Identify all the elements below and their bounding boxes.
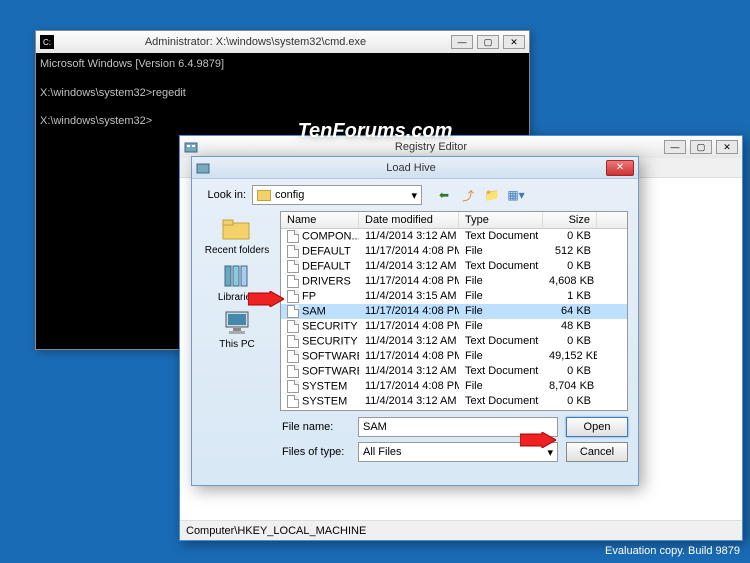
file-row[interactable]: SECURITY11/4/2014 3:12 AMText Document0 …: [281, 334, 627, 349]
file-row[interactable]: DEFAULT11/4/2014 3:12 AMText Document0 K…: [281, 259, 627, 274]
open-button[interactable]: Open: [566, 417, 628, 437]
recent-folder-icon: [221, 215, 253, 243]
places-bar: Recent folders Libraries This PC: [202, 211, 272, 411]
file-row[interactable]: DEFAULT11/17/2014 4:08 PMFile512 KB: [281, 244, 627, 259]
file-icon: [287, 380, 299, 393]
file-row[interactable]: userdiff11/17/2014 1:40 PMFile8 KB: [281, 409, 627, 411]
file-row[interactable]: SECURITY11/17/2014 4:08 PMFile48 KB: [281, 319, 627, 334]
lookin-label: Look in:: [202, 189, 246, 201]
file-icon: [287, 305, 299, 318]
col-date[interactable]: Date modified: [359, 212, 459, 228]
filename-label: File name:: [282, 421, 350, 433]
maximize-button[interactable]: ▢: [477, 35, 499, 49]
new-folder-icon[interactable]: 📁: [482, 186, 502, 204]
cancel-button[interactable]: Cancel: [566, 442, 628, 462]
file-icon: [287, 335, 299, 348]
status-path: Computer\HKEY_LOCAL_MACHINE: [186, 525, 366, 537]
close-button[interactable]: ✕: [503, 35, 525, 49]
filetype-label: Files of type:: [282, 446, 350, 458]
regedit-window: Registry Editor — ▢ ✕ File Edit View Fav…: [179, 135, 743, 541]
site-watermark: TenForums.com: [298, 120, 453, 143]
file-icon: [287, 395, 299, 408]
up-icon[interactable]: ⤴: [458, 186, 478, 204]
file-row[interactable]: SOFTWARE11/4/2014 3:12 AMText Document0 …: [281, 364, 627, 379]
file-icon: [287, 365, 299, 378]
file-icon: [287, 350, 299, 363]
regedit-titlebar[interactable]: Registry Editor — ▢ ✕: [180, 136, 742, 158]
dialog-titlebar[interactable]: Load Hive ✕: [192, 157, 638, 179]
maximize-button[interactable]: ▢: [690, 140, 712, 154]
lookin-combo[interactable]: config ▾: [252, 185, 422, 205]
back-icon[interactable]: ⬅: [434, 186, 454, 204]
file-icon: [287, 290, 299, 303]
regedit-body: Load Hive ✕ Look in: config ▾ ⬅ ⤴ 📁 ▦▾: [180, 178, 742, 520]
file-row[interactable]: SYSTEM11/4/2014 3:12 AMText Document0 KB: [281, 394, 627, 409]
col-name[interactable]: Name: [281, 212, 359, 228]
minimize-button[interactable]: —: [664, 140, 686, 154]
dialog-icon: [196, 161, 210, 175]
file-icon: [287, 230, 299, 243]
file-row[interactable]: SAM11/17/2014 4:08 PMFile64 KB: [281, 304, 627, 319]
libraries-icon: [221, 262, 253, 290]
cmd-line: X:\windows\system32>regedit: [40, 86, 525, 100]
file-list[interactable]: Name Date modified Type Size COMPON...11…: [280, 211, 628, 411]
file-icon: [287, 410, 299, 411]
regedit-statusbar: Computer\HKEY_LOCAL_MACHINE: [180, 520, 742, 540]
evaluation-watermark: Evaluation copy. Build 9879: [605, 545, 740, 557]
file-row[interactable]: SYSTEM11/17/2014 4:08 PMFile8,704 KB: [281, 379, 627, 394]
cmd-title: Administrator: X:\windows\system32\cmd.e…: [60, 36, 451, 48]
col-size[interactable]: Size: [543, 212, 597, 228]
cmd-line: Microsoft Windows [Version 6.4.9879]: [40, 57, 525, 71]
cmd-titlebar[interactable]: C: Administrator: X:\windows\system32\cm…: [36, 31, 529, 53]
minimize-button[interactable]: —: [451, 35, 473, 49]
regedit-icon: [184, 140, 198, 154]
file-row[interactable]: COMPON...11/4/2014 3:12 AMText Document0…: [281, 229, 627, 244]
load-hive-dialog: Load Hive ✕ Look in: config ▾ ⬅ ⤴ 📁 ▦▾: [191, 156, 639, 486]
folder-icon: [257, 190, 271, 201]
views-icon[interactable]: ▦▾: [506, 186, 526, 204]
file-row[interactable]: SOFTWARE11/17/2014 4:08 PMFile49,152 KB: [281, 349, 627, 364]
close-button[interactable]: ✕: [606, 160, 634, 176]
file-row[interactable]: DRIVERS11/17/2014 4:08 PMFile4,608 KB: [281, 274, 627, 289]
filename-input[interactable]: [358, 417, 558, 437]
close-button[interactable]: ✕: [716, 140, 738, 154]
lookin-value: config: [275, 189, 304, 201]
dialog-title: Load Hive: [216, 162, 606, 174]
file-icon: [287, 320, 299, 333]
place-thispc[interactable]: This PC: [219, 309, 255, 350]
place-libraries[interactable]: Libraries: [218, 262, 256, 303]
pc-icon: [221, 309, 253, 337]
file-row[interactable]: FP11/4/2014 3:15 AMFile1 KB: [281, 289, 627, 304]
col-type[interactable]: Type: [459, 212, 543, 228]
filetype-combo[interactable]: All Files▾: [358, 442, 558, 462]
file-icon: [287, 245, 299, 258]
file-list-header[interactable]: Name Date modified Type Size: [281, 212, 627, 229]
cmd-output: Microsoft Windows [Version 6.4.9879] X:\…: [36, 53, 529, 132]
file-icon: [287, 275, 299, 288]
place-recent[interactable]: Recent folders: [205, 215, 269, 256]
file-icon: [287, 260, 299, 273]
cmd-icon: C:: [40, 35, 54, 49]
